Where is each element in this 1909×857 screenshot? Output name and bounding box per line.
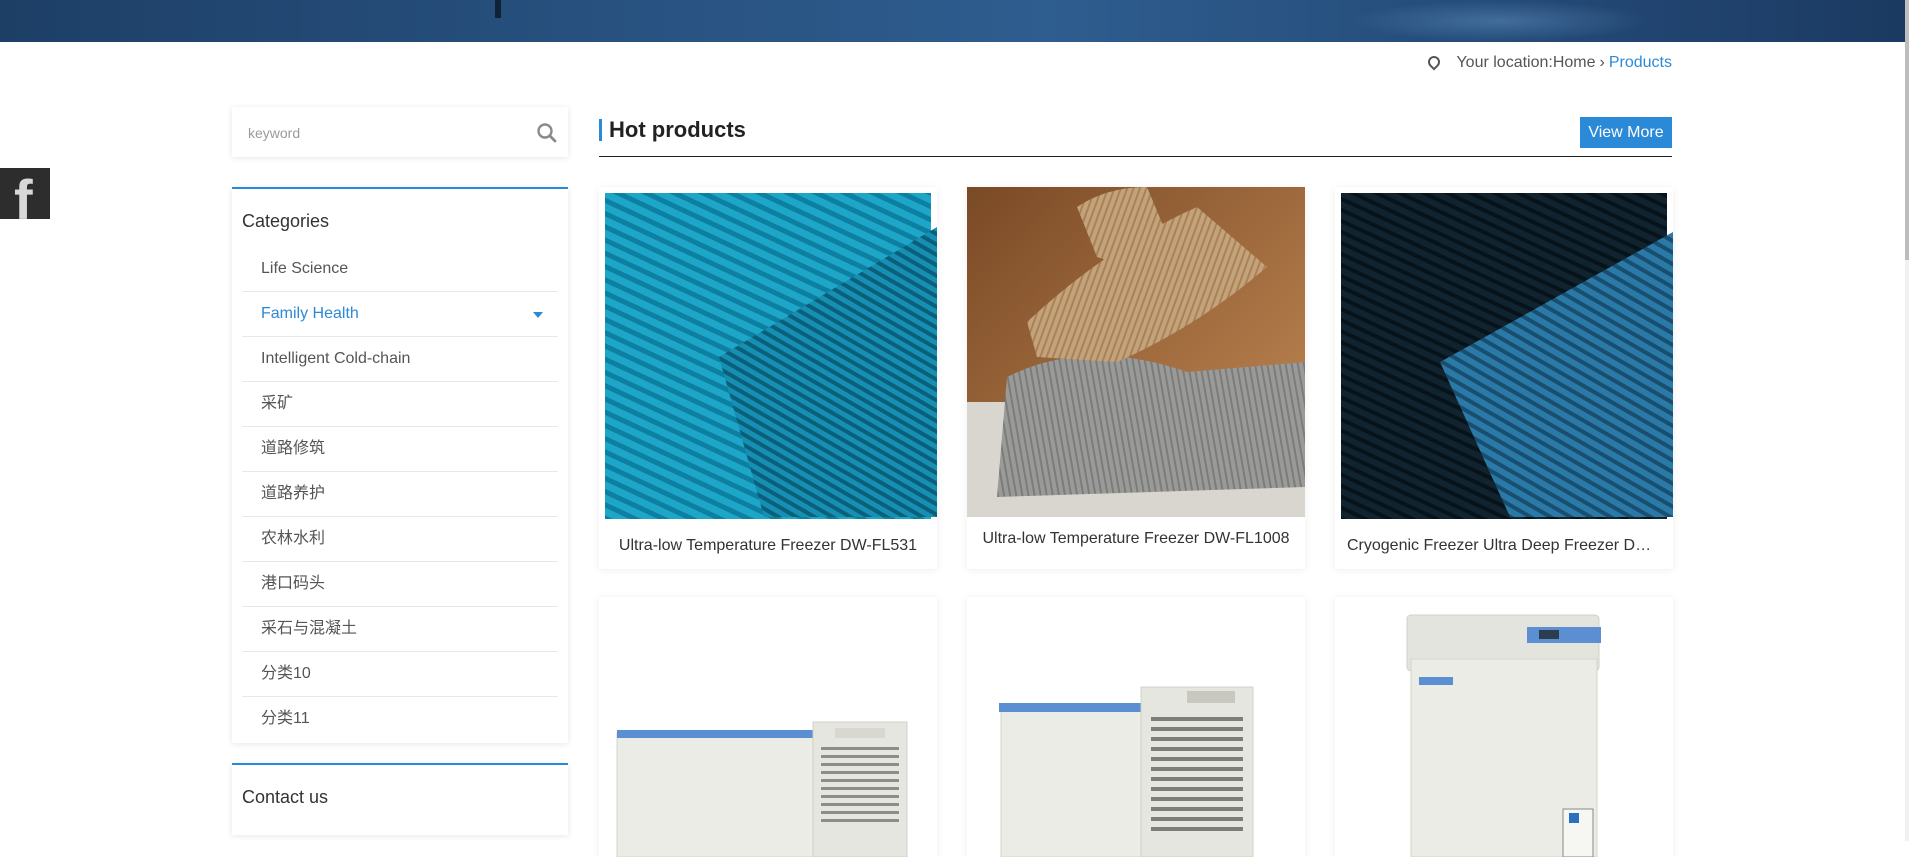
search-input[interactable] bbox=[246, 121, 510, 145]
product-card[interactable] bbox=[599, 597, 937, 857]
banner-glow bbox=[1350, 0, 1650, 42]
category-item-10[interactable]: 分类10 bbox=[242, 652, 558, 697]
hot-products-title: Hot products bbox=[609, 117, 746, 142]
search-box bbox=[232, 107, 568, 157]
view-more-button[interactable]: View More bbox=[1580, 117, 1672, 148]
category-label: Family Health bbox=[261, 305, 359, 322]
product-card[interactable]: Ultra-low Temperature Freezer DW-FL531 bbox=[599, 187, 937, 569]
scrollbar-thumb[interactable] bbox=[1905, 0, 1909, 260]
product-card[interactable]: Ultra-low Temperature Freezer DW-FL1008 bbox=[967, 187, 1305, 569]
category-item-11[interactable]: 分类11 bbox=[242, 697, 558, 741]
category-label: 分类10 bbox=[261, 665, 311, 682]
category-item-agriculture-water[interactable]: 农林水利 bbox=[242, 517, 558, 562]
category-item-road-construction[interactable]: 道路修筑 bbox=[242, 427, 558, 472]
breadcrumb-current[interactable]: Products bbox=[1609, 54, 1672, 72]
breadcrumb-prefix: Your location: bbox=[1456, 54, 1553, 71]
category-label: 采石与混凝土 bbox=[261, 620, 358, 637]
product-name[interactable]: Ultra-low Temperature Freezer DW-FL1008 bbox=[967, 530, 1305, 548]
category-label: Life Science bbox=[261, 260, 349, 277]
category-label: 道路养护 bbox=[261, 485, 326, 502]
product-name[interactable]: Cryogenic Freezer Ultra Deep Freezer DW-… bbox=[1335, 537, 1673, 555]
facebook-share-button[interactable]: f bbox=[0, 168, 50, 219]
category-label: 农林水利 bbox=[261, 530, 326, 547]
category-label: 港口码头 bbox=[261, 575, 326, 592]
contact-title: Contact us bbox=[242, 787, 329, 807]
product-image-chest-freezer[interactable] bbox=[599, 597, 937, 857]
product-image-teal-swatch[interactable] bbox=[599, 187, 937, 525]
section-accent-bar bbox=[599, 119, 602, 141]
search-icon[interactable] bbox=[536, 122, 558, 144]
product-image-corduroy-pants[interactable] bbox=[967, 187, 1305, 517]
product-card[interactable] bbox=[1335, 597, 1673, 857]
chevron-down-icon[interactable] bbox=[533, 312, 543, 318]
product-image-navy-swatch[interactable] bbox=[1335, 187, 1673, 525]
location-pin-icon bbox=[1425, 53, 1443, 70]
categories-panel: Categories Life Science Family Health In… bbox=[232, 187, 568, 743]
category-item-family-health[interactable]: Family Health bbox=[242, 292, 558, 337]
category-item-intelligent-cold-chain[interactable]: Intelligent Cold-chain bbox=[242, 337, 558, 382]
top-banner bbox=[0, 0, 1905, 42]
category-item-port-terminal[interactable]: 港口码头 bbox=[242, 562, 558, 607]
product-name[interactable]: Ultra-low Temperature Freezer DW-FL531 bbox=[599, 537, 937, 555]
product-card[interactable] bbox=[967, 597, 1305, 857]
category-label: 分类11 bbox=[261, 710, 310, 727]
category-label: 道路修筑 bbox=[261, 440, 326, 457]
breadcrumb-home-link[interactable]: Home bbox=[1553, 54, 1596, 72]
category-list: Life Science Family Health Intelligent C… bbox=[242, 247, 558, 741]
category-item-mining[interactable]: 采矿 bbox=[242, 382, 558, 427]
page-scrollbar[interactable] bbox=[1905, 0, 1909, 841]
contact-panel: Contact us bbox=[232, 763, 568, 835]
product-image-upright-freezer[interactable] bbox=[1335, 597, 1673, 857]
category-item-quarry-concrete[interactable]: 采石与混凝土 bbox=[242, 607, 558, 652]
category-label: 采矿 bbox=[261, 395, 294, 412]
facebook-icon: f bbox=[14, 168, 33, 220]
category-item-life-science[interactable]: Life Science bbox=[242, 247, 558, 292]
breadcrumb: Your location: Home › Products bbox=[1425, 53, 1672, 72]
hot-products-header: Hot products View More bbox=[599, 117, 1672, 157]
breadcrumb-separator: › bbox=[1599, 54, 1605, 71]
category-label: Intelligent Cold-chain bbox=[261, 350, 411, 367]
product-card[interactable]: Cryogenic Freezer Ultra Deep Freezer DW-… bbox=[1335, 187, 1673, 569]
banner-decoration bbox=[495, 0, 501, 18]
categories-title: Categories bbox=[242, 211, 330, 231]
product-image-compact-freezer[interactable] bbox=[967, 597, 1305, 857]
category-item-road-maintenance[interactable]: 道路养护 bbox=[242, 472, 558, 517]
